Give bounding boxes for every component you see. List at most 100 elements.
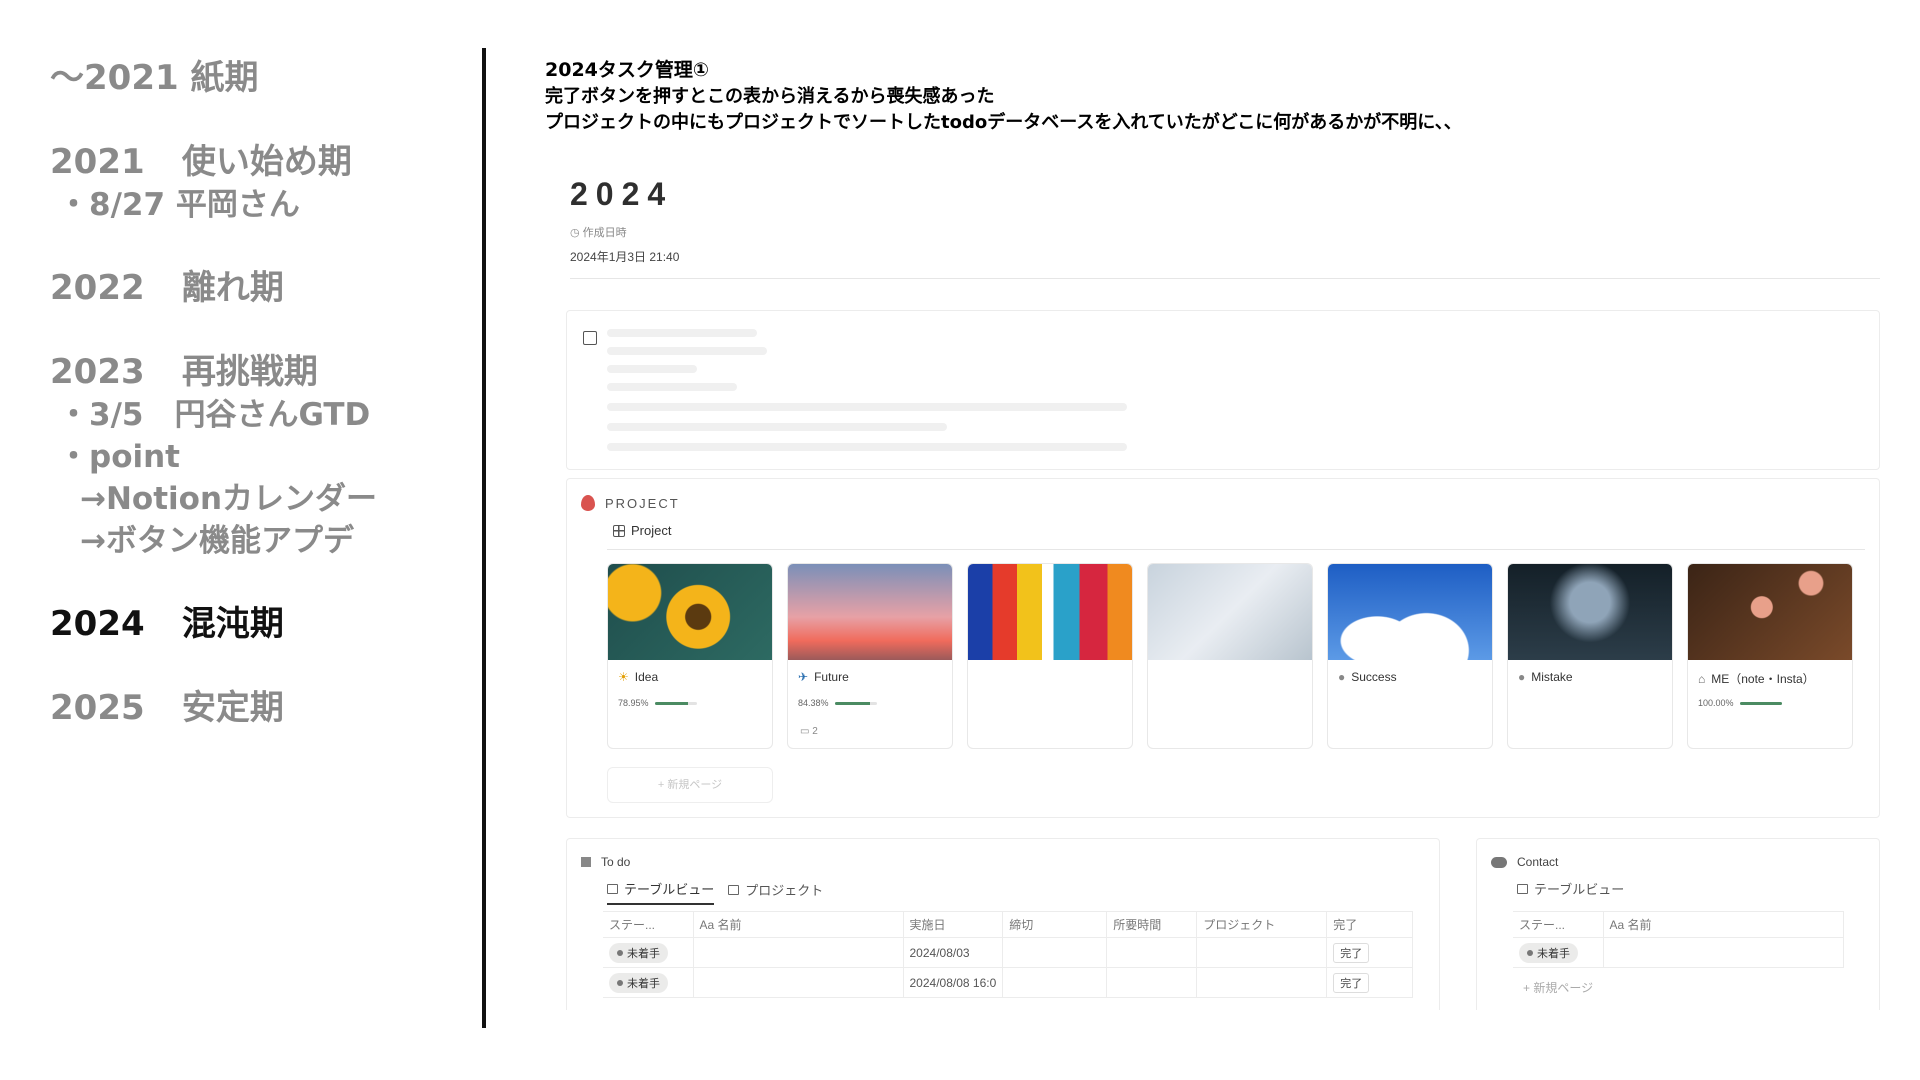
deadline-cell[interactable] — [1002, 967, 1108, 998]
divider — [570, 278, 1880, 279]
status-badge[interactable]: 未着手 — [1519, 942, 1578, 963]
notes: 2024タスク管理① 完了ボタンを押すとこの表から消えるから喪失感あった プロジ… — [545, 56, 1885, 136]
column-header[interactable]: プロジェクト — [1196, 911, 1328, 938]
table-row[interactable]: 未着手 — [1513, 937, 1844, 968]
db-title: Contact — [1517, 855, 1559, 869]
card-blurred[interactable] — [967, 563, 1133, 749]
tab-label: Project — [631, 523, 672, 538]
era-start: 2021 使い始め期 ・8/27 平岡さん — [50, 140, 470, 226]
card-me[interactable]: ⌂ ME（note・Insta） 100.00% — [1687, 563, 1853, 749]
project-cell[interactable] — [1196, 967, 1328, 998]
progress-fill — [834, 701, 870, 705]
card-success[interactable]: ● Success — [1327, 563, 1493, 749]
duration-cell[interactable] — [1106, 967, 1198, 998]
card-idea[interactable]: ☀ Idea 78.95% — [607, 563, 773, 749]
comment-count: ▭ 2 — [800, 726, 818, 737]
progress-bar — [654, 701, 697, 705]
status-text: 未着手 — [627, 947, 660, 960]
sky-cover-image — [1328, 564, 1492, 660]
project-cell[interactable] — [1196, 937, 1328, 968]
date-cell[interactable]: 2024/08/03 — [903, 937, 1004, 968]
tab-table-view[interactable]: テーブルビュー — [607, 879, 715, 905]
era-retry: 2023 再挑戦期 ・3/5 円谷さんGTD ・point →Notionカレン… — [50, 350, 470, 562]
table-row[interactable]: 未着手 2024/08/08 16:0 完了 — [603, 967, 1414, 998]
view-tabs: テーブルビュー — [1517, 879, 1624, 903]
blurred-line — [607, 347, 767, 355]
era-label: 混沌期 — [181, 604, 284, 644]
column-header[interactable]: ステー... — [1513, 911, 1604, 938]
smile-icon: ● — [1338, 670, 1346, 684]
progress-text: 78.95% — [618, 698, 649, 708]
sunset-cover-image — [788, 564, 952, 660]
era-note: ・3/5 円谷さんGTD — [58, 397, 371, 433]
card-future[interactable]: ✈ Future 84.38% ▭ 2 — [787, 563, 953, 749]
tab-project-board[interactable]: プロジェクト — [728, 879, 823, 905]
status-dot — [617, 979, 623, 986]
todo-database: To do テーブルビュー プロジェクト ステー... Aa 名前 実施日 締切… — [566, 838, 1440, 1010]
status-badge[interactable]: 未着手 — [609, 942, 668, 963]
era-year: 〜2021 — [50, 58, 179, 98]
todo-header[interactable]: To do — [581, 855, 630, 869]
checkbox[interactable] — [583, 331, 597, 345]
column-header[interactable]: Aa 名前 — [693, 911, 904, 938]
progress-fill — [654, 701, 688, 705]
plane-icon: ✈ — [798, 670, 809, 684]
card-title: Future — [814, 670, 849, 684]
blurred-line — [607, 329, 757, 337]
column-header[interactable]: ステー... — [603, 911, 694, 938]
card-mistake[interactable]: ● Mistake — [1507, 563, 1673, 749]
column-header[interactable]: Aa 名前 — [1603, 911, 1844, 938]
blurred-line — [607, 383, 737, 391]
project-database: PROJECT Project ☀ Idea 78.95% ✈ Future 84.… — [566, 478, 1880, 818]
name-cell[interactable] — [693, 937, 904, 968]
sun-icon: ☀ — [618, 670, 629, 684]
todo-table: ステー... Aa 名前 実施日 締切 所要時間 プロジェクト 完了 未着手 2… — [603, 911, 1414, 998]
notion-page: 2024 ◷ 作成日時 2024年1月3日 21:40 PROJECT Proj… — [560, 170, 1880, 1010]
created-property[interactable]: ◷ 作成日時 — [570, 224, 627, 240]
square-icon — [581, 857, 591, 867]
contact-header[interactable]: Contact — [1491, 855, 1558, 869]
timeline: 〜2021 紙期 2021 使い始め期 ・8/27 平岡さん 2022 離れ期 … — [50, 56, 470, 770]
name-cell[interactable] — [1603, 937, 1844, 968]
clock-icon: ◷ — [570, 227, 580, 239]
column-header[interactable]: 実施日 — [903, 911, 1004, 938]
tab-table-view[interactable]: テーブルビュー — [1517, 879, 1624, 903]
new-page-button[interactable]: + 新規ページ — [607, 767, 773, 803]
progress-bar — [1739, 701, 1782, 705]
table-header: ステー... Aa 名前 — [1513, 911, 1844, 938]
done-button[interactable]: 完了 — [1333, 942, 1370, 963]
project-header[interactable]: PROJECT — [581, 495, 680, 511]
tab-project-gallery[interactable]: Project — [613, 523, 671, 538]
progress-bar — [834, 701, 877, 705]
card-title: Mistake — [1531, 670, 1573, 684]
done-button[interactable]: 完了 — [1333, 972, 1370, 993]
column-header[interactable]: 締切 — [1002, 911, 1108, 938]
table-row[interactable]: 未着手 2024/08/03 完了 — [603, 937, 1414, 968]
status-badge[interactable]: 未着手 — [609, 972, 668, 993]
table-icon — [1517, 883, 1528, 894]
column-header[interactable]: 所要時間 — [1106, 911, 1198, 938]
bookmark-icon: ⌂ — [1698, 671, 1706, 686]
progress-text: 84.38% — [798, 698, 829, 708]
status-dot — [1527, 949, 1533, 956]
column-header[interactable]: 完了 — [1326, 911, 1414, 938]
blurred-line — [607, 365, 697, 373]
blurred-line — [607, 423, 947, 431]
flower-cover-image — [1688, 564, 1852, 660]
era-paper: 〜2021 紙期 — [50, 56, 470, 100]
card-blurred[interactable] — [1147, 563, 1313, 749]
era-year: 2025 — [50, 688, 145, 728]
fire-icon — [581, 495, 595, 511]
deadline-cell[interactable] — [1002, 937, 1108, 968]
era-year: 2024 — [50, 604, 145, 644]
duration-cell[interactable] — [1106, 937, 1198, 968]
era-label: 再挑戦期 — [181, 352, 318, 392]
new-page-button[interactable]: + 新規ページ — [1523, 979, 1593, 996]
card-title: Success — [1351, 670, 1397, 684]
era-note: ・8/27 平岡さん — [58, 187, 300, 223]
date-cell[interactable]: 2024/08/08 16:0 — [903, 967, 1004, 998]
era-note: →Notionカレンダー — [80, 481, 378, 517]
era-year: 2021 — [50, 142, 145, 182]
name-cell[interactable] — [693, 967, 904, 998]
era-year: 2022 — [50, 268, 145, 308]
